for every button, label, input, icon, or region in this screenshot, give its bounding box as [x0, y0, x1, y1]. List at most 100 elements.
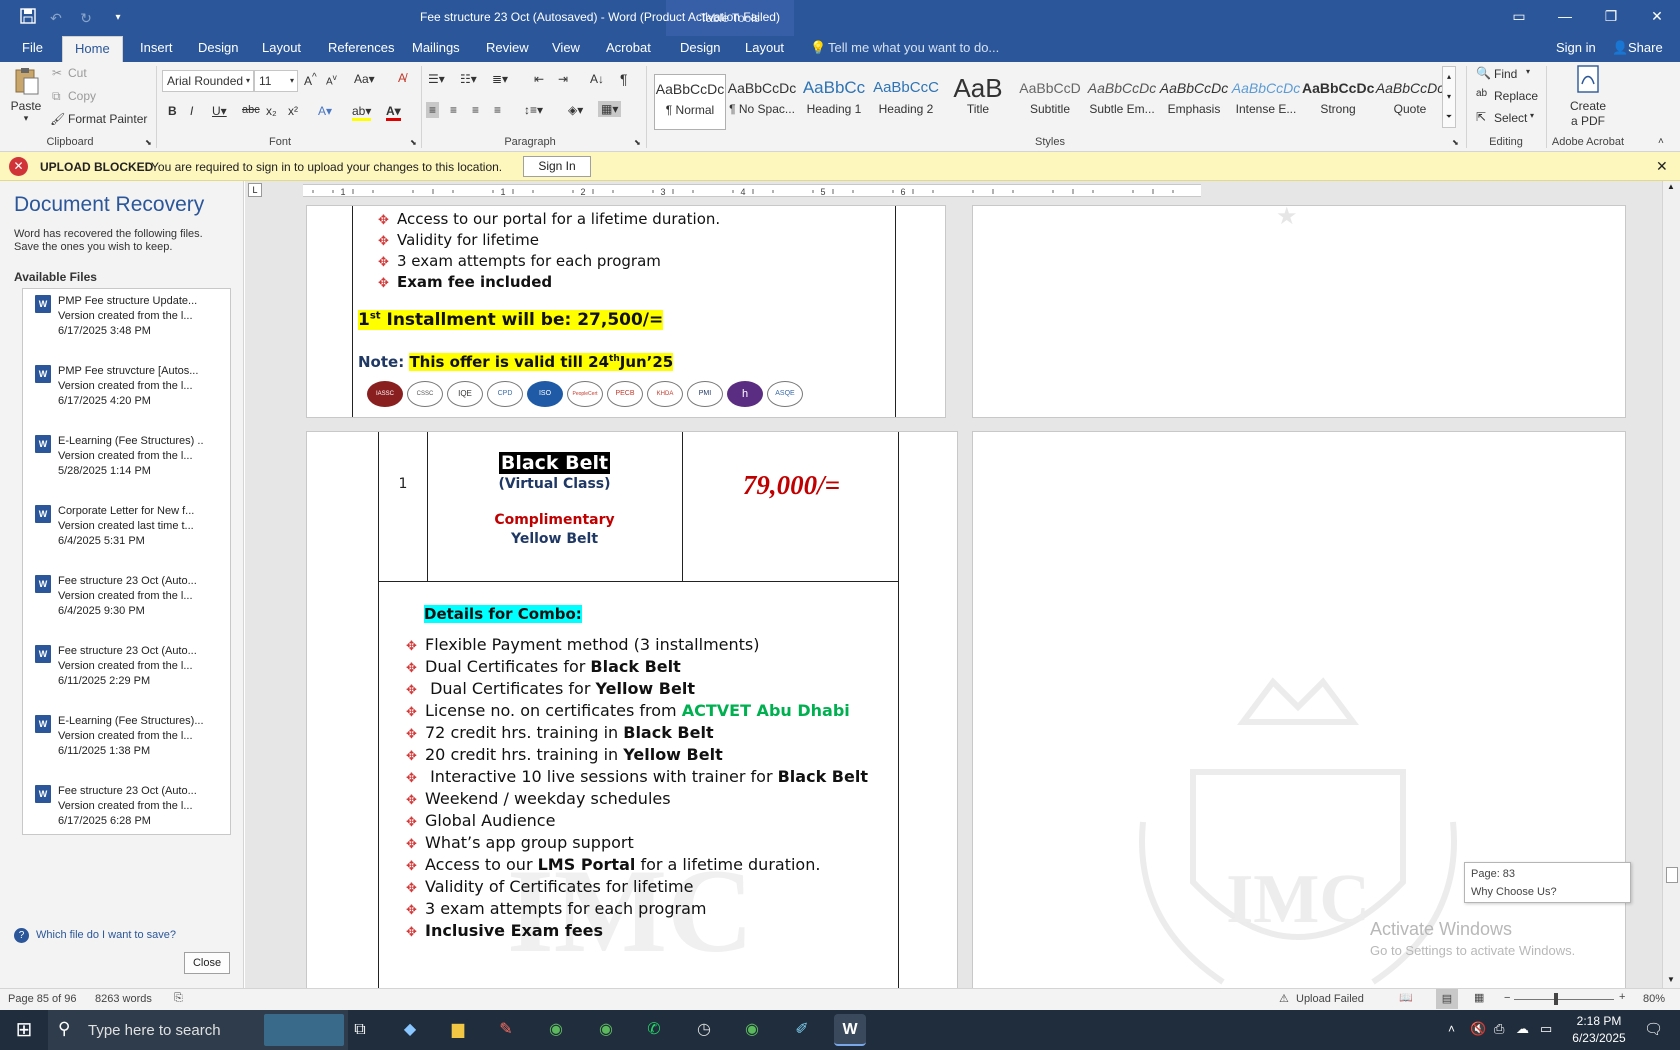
strikethrough-icon[interactable]: abc — [242, 104, 260, 116]
select-button[interactable]: Select — [1494, 111, 1527, 125]
taskbar-date[interactable]: 6/23/2025 — [1564, 1031, 1634, 1045]
sort-icon[interactable]: A↓ — [590, 72, 604, 86]
font-color-icon[interactable]: A▾ — [386, 104, 401, 121]
bold-icon[interactable]: B — [168, 104, 177, 118]
create-pdf-button[interactable]: Create a PDF — [1556, 64, 1620, 129]
proofing-icon[interactable]: ⎘ — [174, 992, 183, 1005]
list-item[interactable]: W Fee structure 23 Oct (Auto... Version cr… — [33, 571, 218, 637]
text-effects-icon[interactable]: A▾ — [318, 104, 332, 118]
zoom-out-icon[interactable]: − — [1504, 992, 1510, 1004]
list-item[interactable]: W PMP Fee struvcture [Autos... Version cre… — [33, 361, 218, 427]
list-item[interactable]: W Fee structure 23 Oct (Auto... Version cr… — [33, 641, 218, 707]
style-heading-2[interactable]: AaBbCcC Heading 2 — [870, 74, 942, 130]
borders-icon[interactable]: ▦▾ — [598, 101, 622, 117]
share-button[interactable]: Share — [1626, 36, 1665, 62]
taskbar-time[interactable]: 2:18 PM — [1564, 1014, 1634, 1028]
scroll-up-icon[interactable]: ▲ — [1667, 182, 1675, 191]
notifications-icon[interactable]: 🗨 — [1644, 1020, 1663, 1038]
tab-table-layout[interactable]: Layout — [743, 36, 786, 62]
style-emphasis[interactable]: AaBbCcDc Emphasis — [1158, 74, 1230, 130]
list-item[interactable]: W Corporate Letter for New f... Version cr… — [33, 501, 218, 567]
style-strong[interactable]: AaBbCcDc Strong — [1302, 74, 1374, 130]
volume-icon[interactable]: 🔇 — [1470, 1021, 1486, 1037]
style-subtle-emphasis[interactable]: AaBbCcDc Subtle Em... — [1086, 74, 1158, 130]
chrome-icon[interactable]: ◉ — [540, 1014, 572, 1046]
zoom-slider[interactable] — [1514, 999, 1614, 1000]
subscript-icon[interactable]: x₂ — [266, 104, 277, 118]
style-title[interactable]: AaB Title — [942, 74, 1014, 130]
font-launcher-icon[interactable]: ⬊ — [410, 138, 417, 147]
font-size-combo[interactable]: 11 ▾ — [254, 70, 298, 92]
styles-launcher-icon[interactable]: ⬊ — [1452, 138, 1459, 147]
ribbon-display-icon[interactable]: ▭ — [1496, 0, 1542, 32]
file-explorer-icon[interactable]: ▆ — [442, 1014, 474, 1046]
italic-icon[interactable]: I — [190, 104, 193, 118]
list-item[interactable]: W E-Learning (Fee Structures) .. Version c… — [33, 431, 218, 497]
tray-chevron-icon[interactable]: ˄ — [1448, 1022, 1455, 1036]
shading-icon[interactable]: ◈▾ — [568, 103, 583, 117]
tab-references[interactable]: References — [326, 36, 396, 62]
zoom-level[interactable]: 80% — [1643, 993, 1665, 1005]
decrease-indent-icon[interactable]: ⇤ — [534, 72, 544, 86]
tab-acrobat[interactable]: Acrobat — [604, 36, 653, 62]
scroll-down-icon[interactable]: ▼ — [1667, 975, 1675, 984]
windows-start-icon[interactable]: ⊞ — [8, 1014, 40, 1046]
list-item[interactable]: W Fee structure 23 Oct (Auto... Version cr… — [33, 781, 218, 847]
highlight-icon[interactable]: ab▾ — [352, 104, 372, 121]
close-recovery-button[interactable]: Close — [184, 952, 230, 974]
tab-file[interactable]: File — [20, 36, 45, 62]
close-infobar-icon[interactable]: ✕ — [1656, 158, 1668, 175]
font-name-combo[interactable]: Arial Rounded ▾ — [162, 70, 254, 92]
styles-scroll[interactable]: ▴ ▾ ⏷ — [1442, 66, 1456, 128]
shrink-font-icon[interactable]: Av — [326, 72, 337, 87]
network-icon[interactable]: ▭ — [1540, 1021, 1552, 1037]
tab-table-design[interactable]: Design — [678, 36, 722, 62]
horizontal-ruler[interactable]: 1 1 2 3 4 5 6 — [303, 184, 1201, 197]
find-button[interactable]: Find — [1494, 67, 1517, 81]
grow-font-icon[interactable]: A^ — [304, 72, 317, 88]
web-layout-icon[interactable]: ▦ — [1474, 991, 1484, 1004]
align-right-icon[interactable]: ≡ — [472, 103, 479, 117]
multilevel-list-icon[interactable]: ≣▾ — [492, 72, 508, 86]
chrome-icon[interactable]: ◉ — [590, 1014, 622, 1046]
superscript-icon[interactable]: x² — [288, 104, 298, 118]
word-taskbar-icon[interactable]: W — [834, 1014, 866, 1046]
paste-button[interactable]: Paste ▾ — [6, 66, 46, 124]
style-quote[interactable]: AaBbCcDc Quote — [1374, 74, 1446, 130]
increase-indent-icon[interactable]: ⇥ — [558, 72, 568, 86]
style-subtitle[interactable]: AaBbCcD Subtitle — [1014, 74, 1086, 130]
zoom-in-icon[interactable]: + — [1619, 991, 1625, 1003]
scroll-up-icon[interactable]: ▴ — [1443, 67, 1455, 87]
app-icon[interactable]: ✎ — [490, 1014, 522, 1046]
list-item[interactable]: W PMP Fee structure Update... Version crea… — [33, 291, 218, 357]
close-window-button[interactable]: ✕ — [1634, 0, 1680, 32]
vertical-scrollbar[interactable]: ▲ ▼ — [1662, 181, 1680, 988]
upload-status[interactable]: Upload Failed — [1296, 993, 1364, 1005]
replace-button[interactable]: Replace — [1494, 89, 1538, 103]
style-heading-1[interactable]: AaBbCc Heading 1 — [798, 74, 870, 130]
cut-button[interactable]: Cut — [68, 66, 87, 80]
tab-layout[interactable]: Layout — [260, 36, 303, 62]
taskbar-search[interactable]: ⚲ Type here to search — [48, 1010, 348, 1050]
clipboard-launcher-icon[interactable]: ⬊ — [145, 138, 152, 147]
style-intense-emphasis[interactable]: AaBbCcDc Intense E... — [1230, 74, 1302, 130]
tab-home[interactable]: Home — [62, 36, 123, 62]
word-count[interactable]: 8263 words — [95, 993, 152, 1005]
which-file-link[interactable]: Which file do I want to save? — [36, 929, 176, 941]
minimize-button[interactable]: — — [1542, 0, 1588, 32]
task-view-icon[interactable]: ⧉ — [344, 1014, 376, 1046]
meet-icon[interactable]: ⎙ — [1494, 1021, 1504, 1037]
list-item[interactable]: W E-Learning (Fee Structures)... Version c… — [33, 711, 218, 777]
format-painter-button[interactable]: Format Painter — [68, 112, 147, 126]
style-no-spacing[interactable]: AaBbCcDc ¶ No Spac... — [726, 74, 798, 130]
print-layout-icon[interactable]: ▤ — [1436, 989, 1458, 1009]
weather-icon[interactable]: ☁ — [1516, 1021, 1529, 1037]
underline-icon[interactable]: U▾ — [212, 104, 227, 118]
page-count[interactable]: Page 85 of 96 — [8, 993, 77, 1005]
change-case-icon[interactable]: Aa▾ — [354, 72, 375, 86]
whatsapp-icon[interactable]: ✆ — [638, 1014, 670, 1046]
read-mode-icon[interactable]: 📖 — [1399, 991, 1413, 1004]
align-left-icon[interactable]: ≡ — [426, 102, 440, 118]
clear-formatting-icon[interactable]: A̸ — [398, 71, 406, 85]
copilot-icon[interactable]: ◆ — [394, 1014, 426, 1046]
